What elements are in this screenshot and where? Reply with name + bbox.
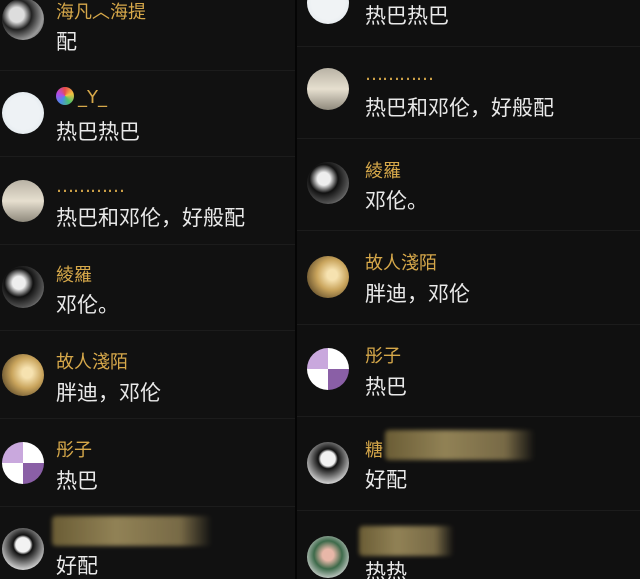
avatar[interactable] bbox=[307, 442, 349, 484]
comment-item[interactable]: 綾羅 邓伦。 bbox=[297, 138, 640, 231]
comment-item[interactable]: 彤子 热巴 bbox=[0, 418, 295, 507]
right-comment-list[interactable]: 热巴热巴 ………… 热巴和邓伦，好般配 綾羅 邓伦。 故人淺陌 胖迪，邓伦 彤子… bbox=[297, 0, 640, 579]
avatar[interactable] bbox=[307, 0, 349, 24]
comment-item[interactable]: _Y_ 热巴热巴 bbox=[0, 70, 295, 157]
comment-item[interactable]: 热巴热巴 bbox=[297, 0, 640, 47]
blurred-username bbox=[359, 526, 454, 556]
avatar[interactable] bbox=[2, 92, 44, 134]
avatar[interactable] bbox=[2, 354, 44, 396]
avatar[interactable] bbox=[2, 266, 44, 308]
avatar[interactable] bbox=[307, 68, 349, 110]
comment-username[interactable]: 綾羅 bbox=[56, 261, 92, 287]
comment-username[interactable]: 綾羅 bbox=[365, 157, 401, 183]
avatar[interactable] bbox=[307, 348, 349, 390]
avatar[interactable] bbox=[2, 0, 44, 40]
comment-text: 热巴热巴 bbox=[365, 4, 449, 28]
comment-text: 邓伦。 bbox=[56, 293, 119, 317]
comment-username[interactable]: 故人淺陌 bbox=[56, 348, 128, 374]
username-text: _Y_ bbox=[78, 87, 107, 108]
comment-username[interactable]: _Y_ bbox=[56, 87, 107, 108]
comment-text: 邓伦。 bbox=[365, 189, 428, 213]
left-comment-list[interactable]: 海凡︿海提 配 _Y_ 热巴热巴 ………… 热巴和邓伦，好般配 綾羅 邓伦。 故… bbox=[0, 0, 295, 579]
comment-item[interactable]: 海凡︿海提 配 bbox=[0, 0, 295, 71]
comment-text: 热巴热巴 bbox=[56, 120, 140, 144]
blurred-username bbox=[52, 516, 212, 546]
comment-username[interactable]: ………… bbox=[56, 176, 125, 197]
blurred-username bbox=[385, 430, 535, 460]
comment-text: 热巴和邓伦，好般配 bbox=[365, 96, 554, 120]
comment-text: 配 bbox=[56, 30, 77, 54]
comment-text: 胖迪，邓伦 bbox=[365, 282, 470, 306]
comment-username[interactable]: ………… bbox=[365, 64, 434, 85]
comment-item[interactable]: 好配 bbox=[0, 506, 295, 579]
comment-text: 好配 bbox=[56, 554, 98, 578]
avatar[interactable] bbox=[307, 162, 349, 204]
comment-text: 热热 bbox=[365, 560, 407, 579]
avatar[interactable] bbox=[2, 180, 44, 222]
comment-screenshot: 海凡︿海提 配 _Y_ 热巴热巴 ………… 热巴和邓伦，好般配 綾羅 邓伦。 故… bbox=[0, 0, 640, 579]
comment-username[interactable]: 彤子 bbox=[365, 342, 401, 368]
comment-item[interactable]: 糖 好配 bbox=[297, 416, 640, 511]
comment-username[interactable]: 故人淺陌 bbox=[365, 249, 437, 275]
avatar[interactable] bbox=[2, 528, 44, 570]
comment-item[interactable]: 彤子 热巴 bbox=[297, 324, 640, 417]
avatar[interactable] bbox=[307, 536, 349, 578]
comment-username[interactable]: 海凡︿海提 bbox=[56, 0, 146, 24]
comment-username[interactable]: 彤子 bbox=[56, 436, 92, 462]
comment-item[interactable]: 綾羅 邓伦。 bbox=[0, 244, 295, 331]
avatar[interactable] bbox=[2, 442, 44, 484]
comment-username[interactable]: 糖 bbox=[365, 436, 383, 462]
lollipop-icon bbox=[56, 87, 74, 105]
comment-text: 胖迪，邓伦 bbox=[56, 381, 161, 405]
comment-item[interactable]: ………… 热巴和邓伦，好般配 bbox=[0, 156, 295, 245]
comment-item[interactable]: ………… 热巴和邓伦，好般配 bbox=[297, 46, 640, 139]
comment-item[interactable]: 故人淺陌 胖迪，邓伦 bbox=[297, 230, 640, 325]
comment-text: 热巴 bbox=[365, 375, 407, 399]
avatar[interactable] bbox=[307, 256, 349, 298]
comment-text: 热巴 bbox=[56, 469, 98, 493]
comment-text: 热巴和邓伦，好般配 bbox=[56, 206, 245, 230]
comment-text: 好配 bbox=[365, 468, 407, 492]
comment-item[interactable]: 热热 bbox=[297, 510, 640, 579]
comment-item[interactable]: 故人淺陌 胖迪，邓伦 bbox=[0, 330, 295, 419]
